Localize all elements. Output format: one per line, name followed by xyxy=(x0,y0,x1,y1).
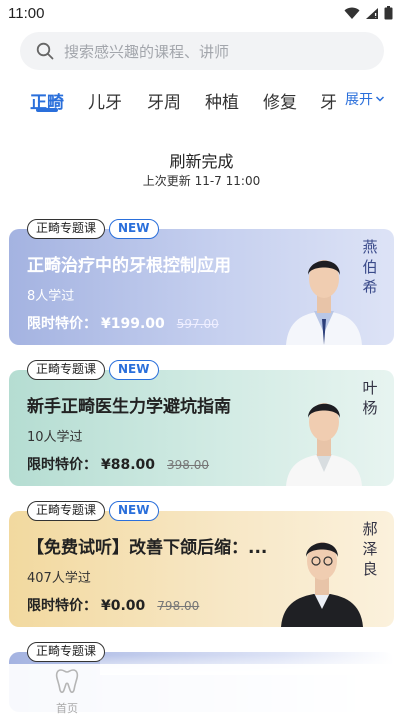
nav-home[interactable]: 首页 xyxy=(47,668,87,716)
tab-periodontics[interactable]: 牙周 xyxy=(147,88,181,113)
tab-pediatric[interactable]: 儿牙 xyxy=(88,88,122,113)
search-icon xyxy=(36,42,54,60)
last-updated: 上次更新 11-7 11:00 xyxy=(142,174,261,188)
category-badge: 正畸专题课 xyxy=(27,219,106,239)
teacher-name: 叶杨 xyxy=(362,379,378,417)
bottom-nav: 首页 xyxy=(0,664,403,716)
price-label: 限时特价： xyxy=(27,598,97,614)
teacher-photo xyxy=(286,403,362,486)
course-title: 新手正畸医生力学避坑指南 xyxy=(27,397,231,417)
category-badge: 正畸专题课 xyxy=(27,642,106,662)
course-card[interactable]: 【免费试听】改善下颌后缩：... 407人学过 限时特价： ¥0.00 798.… xyxy=(9,511,394,627)
status-time: 11:00 xyxy=(8,5,45,22)
price-label: 限时特价： xyxy=(27,316,97,332)
tab-partial[interactable]: 牙 xyxy=(320,84,336,112)
price-label: 限时特价： xyxy=(27,457,97,473)
teacher-name: 燕伯希 xyxy=(362,238,378,296)
learner-count: 10人学过 xyxy=(27,430,83,445)
category-tabs: 正畸 儿牙 牙周 种植 修复 xyxy=(0,84,403,120)
search-input[interactable]: 搜索感兴趣的课程、讲师 xyxy=(20,32,384,70)
wifi-icon xyxy=(344,7,360,19)
new-badge: NEW xyxy=(109,360,159,380)
tab-restoration[interactable]: 修复 xyxy=(263,88,297,113)
signal-icon xyxy=(366,7,378,19)
learner-count: 8人学过 xyxy=(27,289,75,304)
new-badge: NEW xyxy=(109,219,159,239)
teacher-photo xyxy=(286,260,362,345)
original-price: 798.00 xyxy=(157,599,200,613)
card-badges: 正畸专题课 NEW xyxy=(27,219,159,239)
refresh-status: 刷新完成 xyxy=(169,152,234,171)
battery-icon xyxy=(384,6,393,20)
original-price: 398.00 xyxy=(167,458,210,472)
course-card[interactable]: 新手正畸医生力学避坑指南 10人学过 限时特价： ¥88.00 398.00 叶… xyxy=(9,370,394,486)
price: ¥88.00 xyxy=(101,457,156,473)
original-price: 597.00 xyxy=(176,317,219,331)
tooth-icon xyxy=(55,669,79,694)
nav-home-label: 首页 xyxy=(56,702,78,715)
tab-partial-label: 牙 xyxy=(320,93,336,112)
price-row: 限时特价： ¥0.00 798.00 xyxy=(27,595,199,615)
expand-label: 展开 xyxy=(345,92,373,108)
course-title: 正畸治疗中的牙根控制应用 xyxy=(27,256,231,276)
category-badge: 正畸专题课 xyxy=(27,360,106,380)
learner-count: 407人学过 xyxy=(27,571,91,586)
status-icons xyxy=(344,6,393,20)
teacher-photo xyxy=(281,542,363,627)
new-badge: NEW xyxy=(109,501,159,521)
price-row: 限时特价： ¥88.00 398.00 xyxy=(27,454,209,474)
course-title: 【免费试听】改善下颌后缩：... xyxy=(27,538,268,558)
status-bar: 11:00 xyxy=(0,0,403,28)
price-row: 限时特价： ¥199.00 597.00 xyxy=(27,313,219,333)
category-badge: 正畸专题课 xyxy=(27,501,106,521)
card-badges: 正畸专题课 NEW xyxy=(27,360,159,380)
active-tab-indicator xyxy=(36,108,58,112)
card-badges: 正畸专题课 NEW xyxy=(27,501,159,521)
price: ¥199.00 xyxy=(101,316,165,332)
tab-implant[interactable]: 种植 xyxy=(205,88,239,113)
expand-button[interactable]: 展开 xyxy=(345,89,385,109)
card-badges: 正畸专题课 xyxy=(27,642,106,662)
course-card[interactable]: 正畸治疗中的牙根控制应用 8人学过 限时特价： ¥199.00 597.00 燕… xyxy=(9,229,394,345)
price: ¥0.00 xyxy=(101,598,146,614)
teacher-name: 郝泽良 xyxy=(362,520,378,578)
search-placeholder: 搜索感兴趣的课程、讲师 xyxy=(64,42,230,61)
chevron-down-icon xyxy=(375,96,385,102)
